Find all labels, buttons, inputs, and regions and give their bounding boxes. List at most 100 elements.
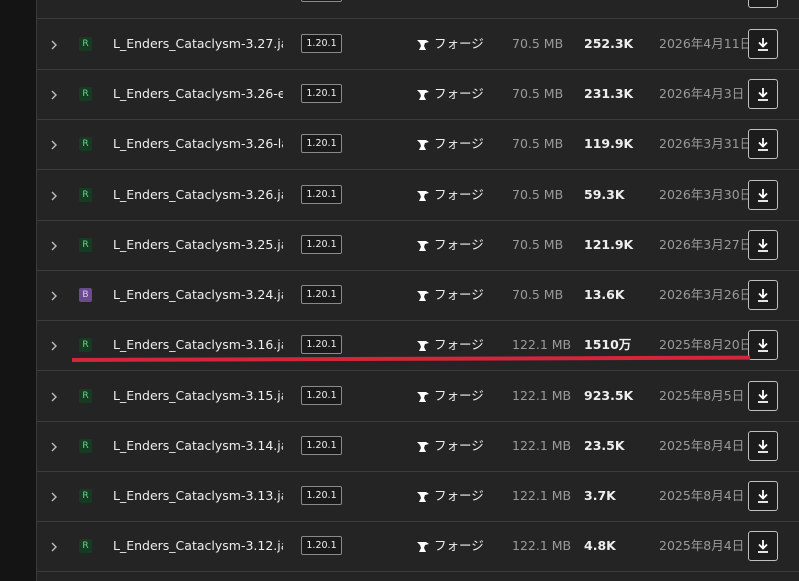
mod-loader-label: フォージ (434, 438, 484, 453)
upload-date: 2025年8月4日 (659, 438, 745, 453)
file-name[interactable]: L_Enders_Cataclysm-3.12.jar (113, 537, 283, 555)
mod-loader: フォージ (416, 336, 484, 354)
mod-loader: フォージ (416, 487, 484, 505)
game-version-badge: 1.20.1 (301, 486, 342, 505)
download-button[interactable] (748, 280, 778, 310)
file-name[interactable]: L_Enders_Cataclysm-3.26-e… (113, 85, 283, 103)
file-row[interactable]: R L_Enders_Cataclysm-3.16.jar 1.20.1 フォージ 12… (36, 321, 799, 371)
game-version-badge: 1.20.1 (301, 84, 342, 103)
anvil-icon (416, 136, 434, 151)
file-row[interactable]: R L_Enders_Cataclysm-3.26-e… 1.20.1 フォージ 70.… (36, 70, 799, 120)
upload-date: 2026年3月27日 (659, 237, 749, 252)
file-name[interactable]: L_Enders_Cataclysm-3.25.jar (113, 236, 283, 254)
mod-loader: フォージ (416, 236, 484, 254)
file-name[interactable]: L_Enders_Cataclysm-3.26-la… (113, 135, 283, 153)
file-row[interactable]: B L_Enders_Cataclysm-3.24.jar 1.20.1 フォージ 70… (36, 271, 799, 321)
chevron-right-icon[interactable] (47, 389, 61, 403)
file-size: 70.5 MB (512, 237, 564, 252)
mod-loader (416, 0, 434, 2)
chevron-right-icon[interactable] (47, 489, 61, 503)
game-version-badge: 1.20.1 (301, 134, 342, 153)
game-version-badge: 1.20.1 (301, 436, 342, 455)
download-button[interactable] (748, 381, 778, 411)
mod-loader-label: フォージ (434, 86, 484, 101)
mod-loader: フォージ (416, 387, 484, 405)
upload-date: 2025年8月4日 (659, 538, 745, 553)
chevron-right-icon[interactable] (47, 87, 61, 101)
mod-loader: フォージ (416, 135, 484, 153)
anvil-icon (416, 488, 434, 503)
game-version-badge: 1.20.1 (301, 335, 342, 354)
upload-date: 2026年3月30日 (659, 187, 749, 202)
anvil-icon (416, 187, 434, 202)
page: R R L_Enders_Cataclysm-3.27.jar 1.20.1 フォージ 7… (0, 0, 799, 581)
chevron-right-icon[interactable] (47, 338, 61, 352)
mod-loader-label: フォージ (434, 36, 484, 51)
file-name[interactable]: L_Enders_Cataclysm-3.15.jar (113, 387, 283, 405)
anvil-icon (416, 538, 434, 553)
chevron-right-icon[interactable] (47, 238, 61, 252)
mod-loader-label: フォージ (434, 388, 484, 403)
download-button[interactable] (748, 431, 778, 461)
file-row[interactable]: R L_Enders_Cataclysm-3.26-la… 1.20.1 フォージ 70… (36, 120, 799, 170)
release-channel-badge: R (79, 37, 92, 51)
file-row[interactable]: R (36, 0, 799, 19)
anvil-icon (416, 388, 434, 403)
upload-date: 2026年4月3日 (659, 86, 745, 101)
file-size: 122.1 MB (512, 488, 572, 503)
mod-loader: フォージ (416, 286, 484, 304)
chevron-right-icon[interactable] (47, 37, 61, 51)
download-button[interactable] (748, 180, 778, 210)
chevron-right-icon[interactable] (47, 439, 61, 453)
chevron-right-icon[interactable] (47, 288, 61, 302)
file-row[interactable]: R L_Enders_Cataclysm-3.13.jar 1.20.1 フォージ 12… (36, 472, 799, 522)
chevron-right-icon[interactable] (47, 188, 61, 202)
download-button[interactable] (748, 330, 778, 360)
chevron-right-icon[interactable] (47, 539, 61, 553)
file-row[interactable]: R L_Enders_Cataclysm-3.12.jar 1.20.1 フォージ 12… (36, 522, 799, 572)
download-button[interactable] (748, 29, 778, 59)
release-channel-badge: R (79, 238, 92, 252)
download-button[interactable] (748, 230, 778, 260)
mod-loader-label: フォージ (434, 538, 484, 553)
download-button[interactable] (748, 481, 778, 511)
file-name[interactable]: L_Enders_Cataclysm-3.13.jar (113, 487, 283, 505)
anvil-icon (416, 36, 434, 51)
mod-loader: フォージ (416, 537, 484, 555)
game-version-badge: 1.20.1 (301, 386, 342, 405)
mod-loader: フォージ (416, 35, 484, 53)
download-count: 23.5K (584, 438, 625, 453)
file-name[interactable]: L_Enders_Cataclysm-3.14.jar (113, 437, 283, 455)
download-button[interactable] (748, 0, 778, 8)
file-row[interactable]: R L_Enders_Cataclysm-3.27.jar 1.20.1 フォージ 70… (36, 20, 799, 70)
download-button[interactable] (748, 79, 778, 109)
download-count: 231.3K (584, 86, 634, 101)
release-channel-badge: R (79, 439, 92, 453)
file-name[interactable]: L_Enders_Cataclysm-3.26.jar (113, 186, 283, 204)
file-row[interactable]: R L_Enders_Cataclysm-3.15.jar 1.20.1 フォージ 12… (36, 372, 799, 422)
file-row[interactable]: R L_Enders_Cataclysm-3.14.jar 1.20.1 フォージ 12… (36, 422, 799, 472)
file-row[interactable]: R L_Enders_Cataclysm-3.26.jar 1.20.1 フォージ 70… (36, 171, 799, 221)
mod-loader: フォージ (416, 437, 484, 455)
file-name[interactable]: L_Enders_Cataclysm-3.24.jar (113, 286, 283, 304)
file-size: 122.1 MB (512, 337, 572, 352)
upload-date: 2025年8月5日 (659, 388, 745, 403)
anvil-icon (416, 86, 434, 101)
file-size: 122.1 MB (512, 388, 572, 403)
file-name[interactable]: L_Enders_Cataclysm-3.27.jar (113, 35, 283, 53)
chevron-right-icon[interactable] (47, 137, 61, 151)
release-channel-badge: R (79, 87, 92, 101)
mod-loader-label: フォージ (434, 287, 484, 302)
game-version-badge (301, 0, 342, 2)
mod-loader-label: フォージ (434, 136, 484, 151)
file-size: 70.5 MB (512, 36, 564, 51)
release-channel-badge: R (79, 539, 92, 553)
game-version-badge: 1.20.1 (301, 34, 342, 53)
download-count: 1510万 (584, 337, 632, 352)
file-name[interactable]: L_Enders_Cataclysm-3.16.jar (113, 336, 283, 354)
download-button[interactable] (748, 531, 778, 561)
release-channel-badge: R (79, 389, 92, 403)
file-row[interactable]: R L_Enders_Cataclysm-3.25.jar 1.20.1 フォージ 70… (36, 221, 799, 271)
download-button[interactable] (748, 129, 778, 159)
release-channel-badge: R (79, 188, 92, 202)
